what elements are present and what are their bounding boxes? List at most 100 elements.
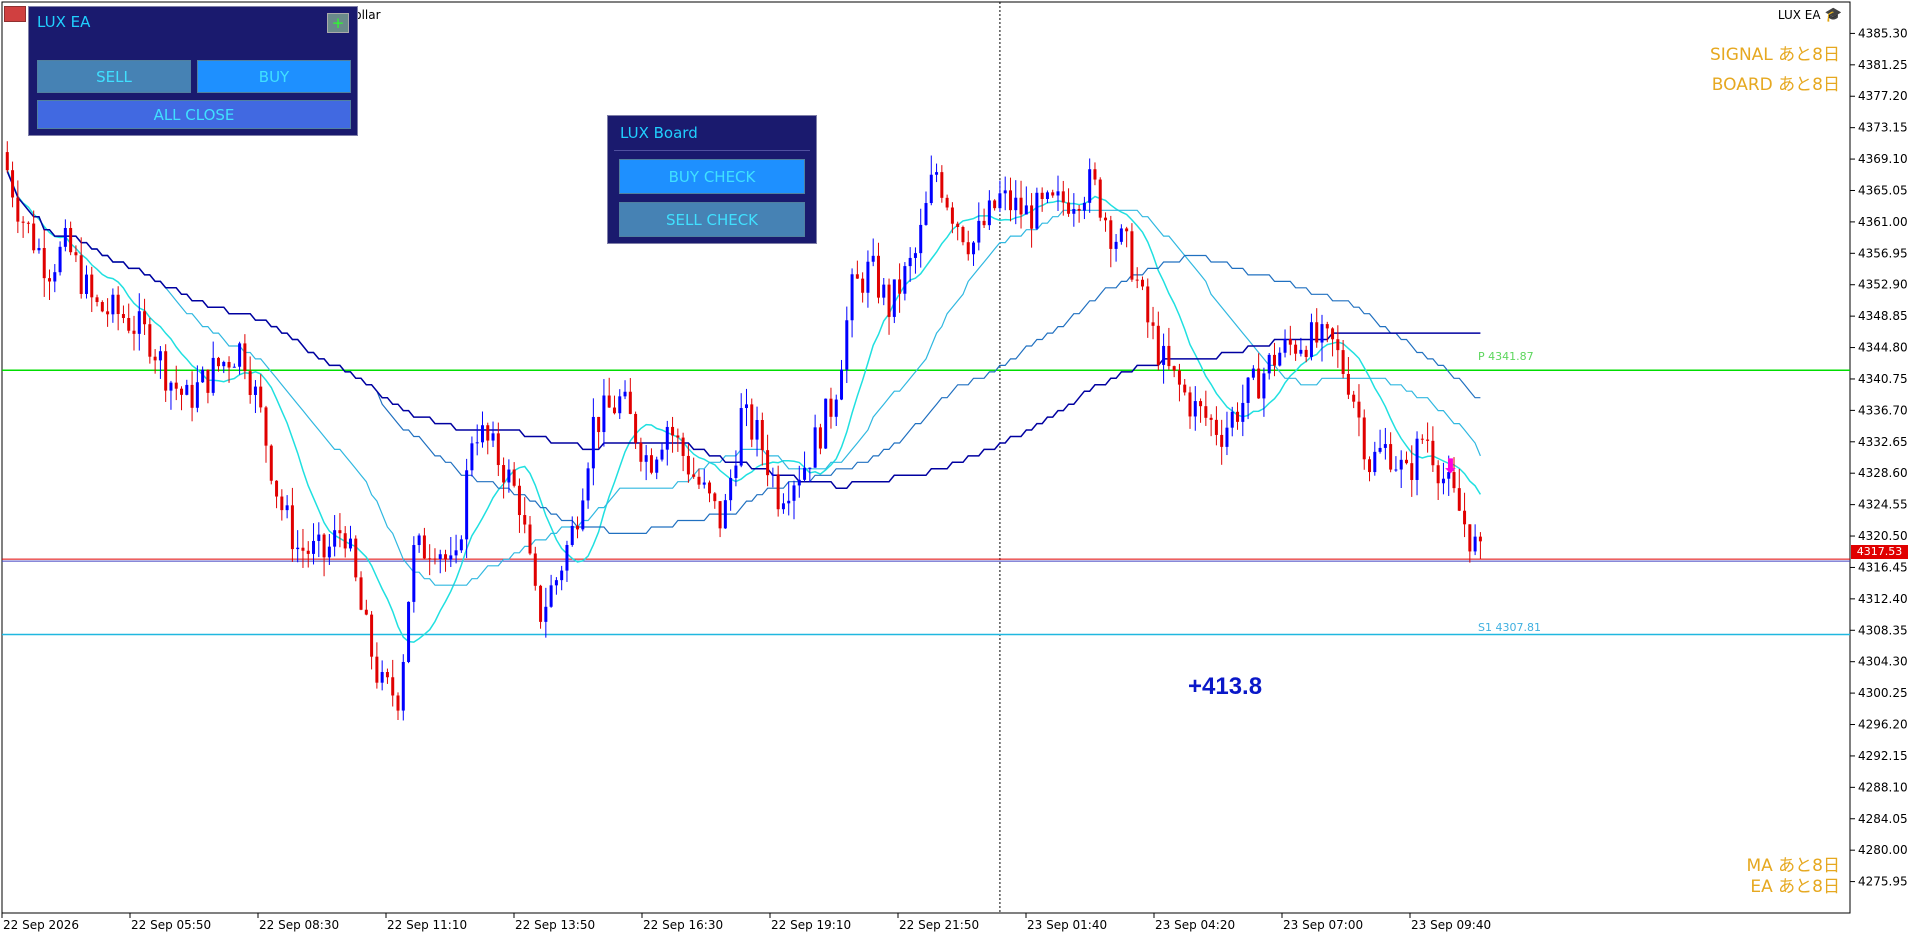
y-tick-label: 4377.20: [1858, 89, 1908, 103]
candle-body: [1304, 349, 1308, 357]
candle-body: [570, 525, 574, 545]
candle-body: [977, 220, 981, 243]
x-tick-label: 22 Sep 11:10: [387, 918, 467, 932]
candle-body: [871, 255, 875, 262]
candle-body: [766, 450, 770, 476]
chart-area[interactable]: 4385.30 4381.25 4377.20 4373.15 4369.10 4365.…: [0, 0, 1920, 939]
candle-body: [317, 534, 321, 541]
candle-body: [306, 550, 310, 554]
candle-body: [755, 420, 759, 440]
candle-body: [1130, 231, 1134, 280]
candle-body: [1357, 401, 1361, 418]
candle-body: [655, 459, 659, 473]
candle-body: [95, 297, 99, 303]
candle-body: [116, 294, 120, 315]
y-tick-label: 4288.10: [1858, 780, 1908, 794]
candle-body: [1125, 228, 1129, 232]
price-chart[interactable]: 4385.30 4381.25 4377.20 4373.15 4369.10 4365.…: [0, 0, 1920, 939]
candle-body: [433, 558, 437, 560]
candle-body: [1288, 338, 1292, 345]
candle-body: [1188, 392, 1192, 417]
candle-body: [1109, 220, 1113, 249]
candle-body: [53, 272, 57, 282]
candle-body: [1077, 208, 1081, 211]
lux-board-title: LUX Board: [620, 124, 698, 142]
candle-body: [90, 274, 94, 298]
y-tick-label: 4373.15: [1858, 121, 1908, 135]
expand-button[interactable]: +: [327, 13, 349, 33]
candle-body: [238, 343, 242, 367]
candle-body: [665, 426, 669, 450]
candle-body: [1346, 373, 1350, 395]
candle-body: [681, 437, 685, 456]
candle-body: [639, 442, 643, 462]
candle-body: [1035, 192, 1039, 229]
candle-body: [211, 357, 215, 393]
candle-body: [1283, 338, 1287, 353]
candle-body: [623, 391, 627, 397]
all-close-button[interactable]: ALL CLOSE: [37, 100, 351, 129]
candle-body: [750, 404, 754, 440]
candle-body: [1225, 427, 1229, 447]
candle-body: [554, 580, 558, 586]
candle-body: [132, 330, 136, 334]
candle-body: [792, 485, 796, 501]
candle-body: [285, 505, 289, 511]
candle-body: [1457, 488, 1461, 511]
candle-body: [1156, 325, 1160, 365]
candle-body: [290, 505, 294, 550]
candle-body: [966, 242, 970, 255]
candle-body: [1183, 384, 1187, 393]
sell-button[interactable]: SELL: [37, 60, 191, 93]
candle-body: [232, 366, 236, 368]
candle-body: [275, 480, 279, 497]
candle-body: [771, 474, 775, 476]
candle-body: [1067, 202, 1071, 214]
candle-body: [892, 279, 896, 317]
candle-body: [876, 255, 880, 298]
y-tick-label: 4348.85: [1858, 309, 1908, 323]
candle-body: [686, 455, 690, 475]
candle-body: [1093, 169, 1097, 180]
y-tick-label: 4344.80: [1858, 341, 1908, 355]
candle-body: [1362, 417, 1366, 460]
candle-body: [195, 382, 199, 408]
candle-body: [26, 222, 30, 224]
graduation-cap-icon: 🎓: [1824, 7, 1842, 23]
candle-body: [913, 253, 917, 258]
candle-body: [512, 469, 516, 486]
candle-body: [454, 550, 458, 556]
y-tick-label: 4365.05: [1858, 183, 1908, 197]
candle-body: [333, 530, 337, 547]
candle-body: [1415, 438, 1419, 480]
candle-body: [1061, 191, 1065, 203]
candle-body: [908, 257, 912, 267]
candle-body: [1056, 191, 1060, 196]
candle-body: [428, 558, 432, 560]
candle-body: [676, 435, 680, 438]
candle-body: [628, 391, 632, 414]
y-tick-label: 4304.30: [1858, 655, 1908, 669]
candle-body: [649, 455, 653, 473]
x-tick-label: 22 Sep 13:50: [515, 918, 595, 932]
candle-body: [1204, 406, 1208, 418]
candle-body: [375, 656, 379, 683]
candle-body: [671, 426, 675, 436]
candle-body: [422, 535, 426, 559]
sell-check-button[interactable]: SELL CHECK: [619, 202, 805, 237]
candle-body: [343, 533, 347, 549]
candle-body: [813, 427, 817, 468]
x-tick-label: 22 Sep 19:10: [771, 918, 851, 932]
candle-body: [69, 227, 73, 253]
candle-body: [787, 500, 791, 504]
x-tick-label: 23 Sep 07:00: [1283, 918, 1363, 932]
buy-check-button[interactable]: BUY CHECK: [619, 159, 805, 194]
candle-body: [1177, 370, 1181, 385]
candle-body: [1272, 354, 1276, 366]
chart-menu-icon[interactable]: [4, 6, 26, 22]
buy-button[interactable]: BUY: [197, 60, 351, 93]
candle-body: [586, 468, 590, 501]
candle-body: [607, 395, 611, 408]
candle-body: [1294, 344, 1298, 354]
candle-body: [998, 193, 1002, 209]
